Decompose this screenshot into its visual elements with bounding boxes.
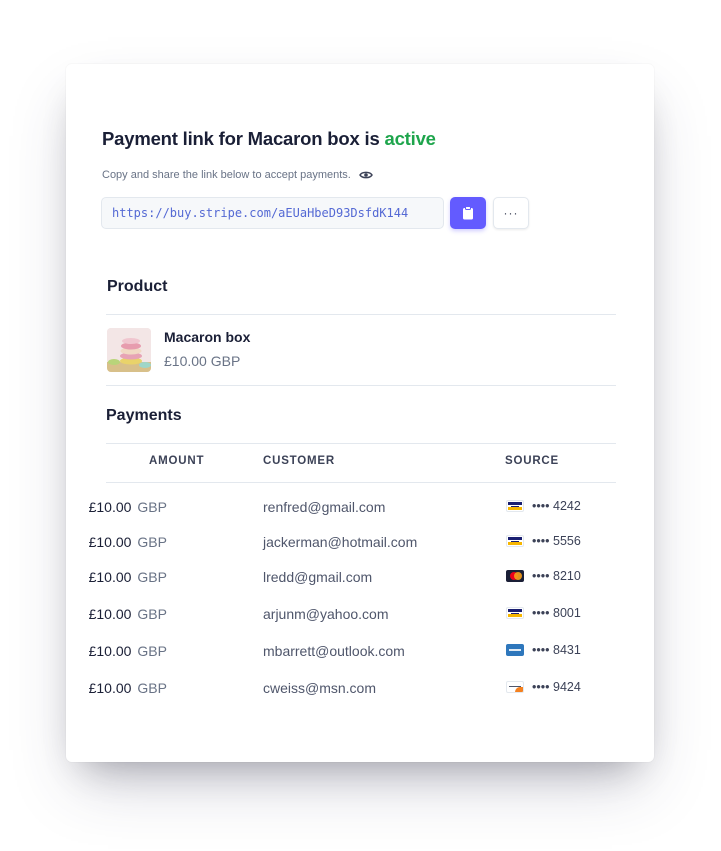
card-mask: •••• — [532, 606, 550, 620]
divider — [106, 482, 616, 483]
amount-cell: £10.00 GBP — [89, 643, 167, 659]
customer-email[interactable]: lredd@gmail.com — [263, 569, 372, 585]
source-cell: •••• 8001 — [506, 606, 581, 620]
page-title: Payment link for Macaron box is active — [102, 128, 436, 150]
more-options-button[interactable]: ··· — [493, 197, 529, 229]
amount-cell: £10.00 GBP — [89, 499, 167, 515]
amount-currency: GBP — [137, 643, 167, 659]
card-mask: •••• — [532, 680, 550, 694]
card-last4: 5556 — [553, 534, 581, 548]
table-row[interactable]: £10.00 GBP jackerman@hotmail.com •••• 555… — [66, 534, 654, 554]
discover-card-icon — [506, 681, 524, 693]
payment-link-card: Payment link for Macaron box is active C… — [66, 64, 654, 762]
card-mask: •••• — [532, 499, 550, 513]
card-number: •••• 8431 — [532, 643, 581, 657]
card-number: •••• 8001 — [532, 606, 581, 620]
table-row[interactable]: £10.00 GBP arjunm@yahoo.com •••• 8001 — [66, 606, 654, 626]
source-cell: •••• 8431 — [506, 643, 581, 657]
amount-currency: GBP — [137, 499, 167, 515]
card-mask: •••• — [532, 643, 550, 657]
table-row[interactable]: £10.00 GBP mbarrett@outlook.com •••• 8431 — [66, 643, 654, 663]
amex-card-icon — [506, 644, 524, 656]
column-header-source: SOURCE — [505, 455, 560, 467]
divider — [106, 443, 616, 444]
payments-heading: Payments — [106, 407, 182, 424]
card-last4: 8210 — [553, 569, 581, 583]
amount-cell: £10.00 GBP — [89, 569, 167, 585]
divider — [106, 385, 616, 386]
product-name[interactable]: Macaron box — [164, 329, 250, 345]
amount-value: £10.00 — [88, 606, 132, 622]
visa-card-icon — [506, 500, 524, 512]
amount-cell: £10.00 GBP — [89, 534, 167, 550]
amount-value: £10.00 — [88, 680, 132, 696]
clipboard-icon — [463, 206, 473, 220]
title-text: Payment link for Macaron box is — [102, 128, 380, 149]
amount-currency: GBP — [137, 680, 167, 696]
product-thumbnail — [107, 328, 151, 372]
table-row[interactable]: £10.00 GBP lredd@gmail.com •••• 8210 — [66, 569, 654, 589]
payment-link-url-field[interactable]: https://buy.stripe.com/aEUaHbeD93DsfdK14… — [101, 197, 444, 229]
macaron-thumbnail — [107, 328, 151, 372]
card-last4: 8431 — [553, 643, 581, 657]
customer-email[interactable]: arjunm@yahoo.com — [263, 606, 389, 622]
mastercard-icon — [506, 570, 524, 582]
card-number: •••• 5556 — [532, 534, 581, 548]
customer-email[interactable]: renfred@gmail.com — [263, 499, 385, 515]
divider — [106, 314, 616, 315]
customer-email[interactable]: jackerman@hotmail.com — [263, 534, 417, 550]
product-heading: Product — [107, 278, 168, 295]
amount-value: £10.00 — [88, 569, 132, 585]
customer-email[interactable]: mbarrett@outlook.com — [263, 643, 405, 659]
table-row[interactable]: £10.00 GBP cweiss@msn.com •••• 9424 — [66, 680, 654, 700]
column-header-customer: CUSTOMER — [263, 455, 335, 467]
ellipsis-icon: ··· — [503, 206, 519, 220]
visa-card-icon — [506, 535, 524, 547]
customer-email[interactable]: cweiss@msn.com — [263, 680, 376, 696]
amount-currency: GBP — [137, 606, 167, 622]
card-last4: 9424 — [553, 680, 581, 694]
amount-currency: GBP — [137, 534, 167, 550]
card-number: •••• 4242 — [532, 499, 581, 513]
card-mask: •••• — [532, 534, 550, 548]
card-mask: •••• — [532, 569, 550, 583]
amount-value: £10.00 — [88, 643, 132, 659]
visa-card-icon — [506, 607, 524, 619]
source-cell: •••• 9424 — [506, 680, 581, 694]
subtitle-text: Copy and share the link below to accept … — [102, 169, 351, 181]
card-last4: 4242 — [553, 499, 581, 513]
amount-value: £10.00 — [88, 499, 132, 515]
source-cell: •••• 4242 — [506, 499, 581, 513]
card-last4: 8001 — [553, 606, 581, 620]
status-active-label: active — [384, 128, 436, 149]
column-header-amount: AMOUNT — [149, 455, 205, 467]
subtitle: Copy and share the link below to accept … — [102, 169, 373, 181]
amount-currency: GBP — [137, 569, 167, 585]
source-cell: •••• 8210 — [506, 569, 581, 583]
copy-link-button[interactable] — [450, 197, 486, 229]
card-number: •••• 9424 — [532, 680, 581, 694]
card-number: •••• 8210 — [532, 569, 581, 583]
product-price: £10.00 GBP — [164, 353, 241, 369]
amount-cell: £10.00 GBP — [89, 606, 167, 622]
table-row[interactable]: £10.00 GBP renfred@gmail.com •••• 4242 — [66, 499, 654, 519]
amount-value: £10.00 — [88, 534, 132, 550]
source-cell: •••• 5556 — [506, 534, 581, 548]
eye-icon[interactable] — [359, 170, 373, 180]
amount-cell: £10.00 GBP — [89, 680, 167, 696]
